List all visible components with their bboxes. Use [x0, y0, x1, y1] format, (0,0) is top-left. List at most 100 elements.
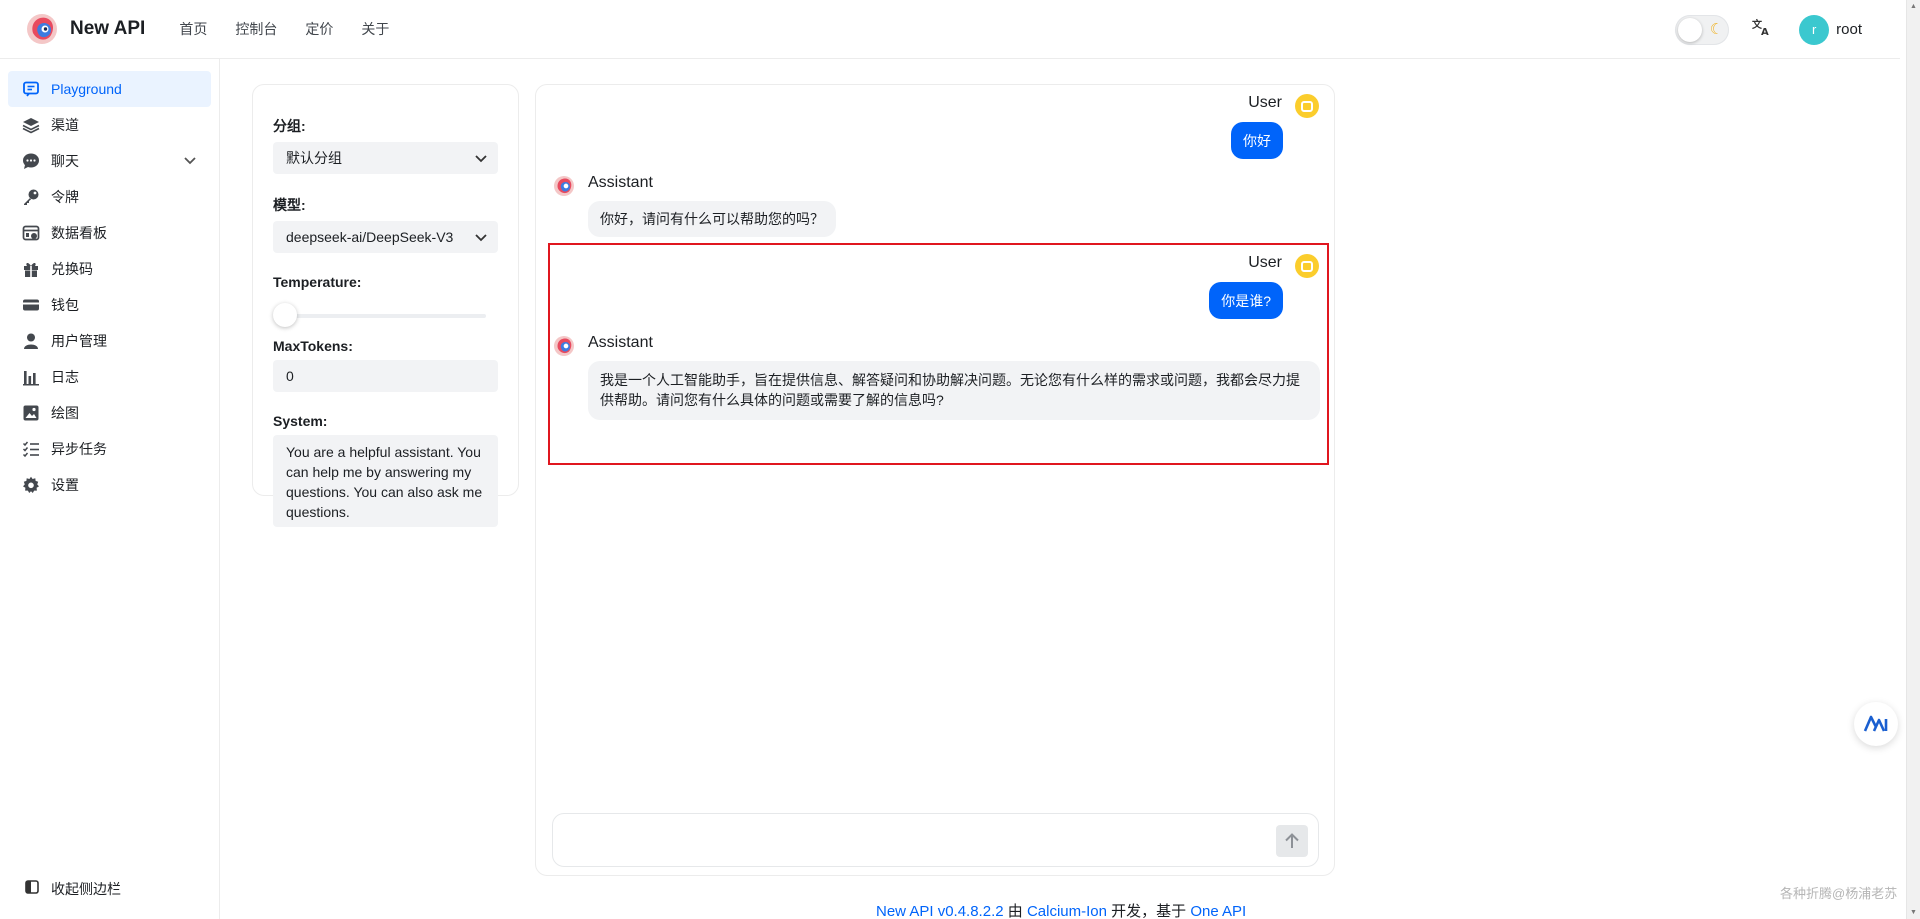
- watermark-text: 各种折腾@杨浦老苏: [1780, 886, 1898, 901]
- layers-icon: [21, 115, 41, 135]
- chevron-down-icon: [473, 229, 489, 248]
- ai-logo-icon: [1863, 715, 1888, 732]
- user-avatar-icon: [1295, 94, 1319, 118]
- user-message-bubble: 你是谁?: [1209, 282, 1283, 319]
- theme-toggle[interactable]: ☾: [1675, 14, 1730, 45]
- brand-name: New API: [70, 18, 146, 39]
- footer-dev-text: 开发，基于: [1111, 903, 1187, 919]
- svg-text:A: A: [1761, 27, 1769, 37]
- sidebar-item-drawing[interactable]: 绘图: [8, 395, 211, 431]
- sidebar-item-chat[interactable]: 聊天: [8, 143, 211, 179]
- collapse-sidebar-label: 收起侧边栏: [51, 881, 121, 897]
- sidebar-item-redeem[interactable]: 兑换码: [8, 251, 211, 287]
- comment-icon: [21, 151, 41, 171]
- sidebar-item-label: 异步任务: [51, 441, 107, 457]
- top-nav: 首页 控制台 定价 关于: [179, 19, 389, 39]
- sidebar-item-label: 兑换码: [51, 261, 93, 277]
- sidebar-item-label: Playground: [51, 81, 122, 97]
- sidebar-item-logs[interactable]: 日志: [8, 359, 211, 395]
- sidebar-item-dashboard[interactable]: 数据看板: [8, 215, 211, 251]
- message-role-assistant: Assistant: [588, 334, 653, 351]
- message-role-user: User: [1248, 254, 1282, 271]
- scroll-up-icon[interactable]: ▲: [1910, 3, 1917, 10]
- temperature-slider[interactable]: [273, 300, 498, 330]
- playground-settings-panel: 分组: 默认分组 模型: deepseek-ai/DeepSeek-V3 Tem…: [252, 84, 519, 527]
- user-menu[interactable]: r root: [1799, 14, 1862, 45]
- floating-assistant-button[interactable]: [1854, 702, 1898, 746]
- user-message-bubble: 你好: [1231, 122, 1283, 159]
- assistant-avatar-icon: [552, 334, 576, 358]
- send-button[interactable]: [1276, 825, 1308, 857]
- sidebar-item-label: 设置: [51, 477, 79, 493]
- nav-pricing[interactable]: 定价: [305, 19, 333, 39]
- message-input[interactable]: [552, 813, 1319, 867]
- sidebar-item-label: 钱包: [51, 297, 79, 313]
- image-icon: [21, 403, 41, 423]
- sidebar-collapse-icon: [25, 879, 39, 899]
- sidebar-item-label: 渠道: [51, 117, 79, 133]
- avatar: r: [1799, 14, 1830, 45]
- slider-thumb[interactable]: [273, 303, 297, 327]
- sidebar-item-label: 绘图: [51, 405, 79, 421]
- wallet-icon: [21, 295, 41, 315]
- group-select-value: 默认分组: [286, 150, 342, 166]
- system-prompt-textarea[interactable]: You are a helpful assistant. You can hel…: [273, 435, 498, 527]
- user-avatar-icon: [1295, 254, 1319, 278]
- version-link[interactable]: New API v0.4.8.2.2: [876, 903, 1004, 919]
- checklist-icon: [21, 439, 41, 459]
- message-role-user: User: [1248, 94, 1282, 111]
- nav-about[interactable]: 关于: [361, 19, 389, 39]
- sidebar-item-label: 令牌: [51, 189, 79, 205]
- sidebar-item-wallet[interactable]: 钱包: [8, 287, 211, 323]
- collapse-sidebar-button[interactable]: 收起侧边栏: [8, 873, 211, 905]
- nav-console[interactable]: 控制台: [235, 19, 277, 39]
- model-label: 模型:: [273, 197, 306, 213]
- sidebar-item-settings[interactable]: 设置: [8, 467, 211, 503]
- new-api-logo-icon: [24, 11, 60, 47]
- maxtokens-label: MaxTokens:: [273, 338, 353, 354]
- chevron-down-icon: [473, 150, 489, 169]
- brand[interactable]: New API: [24, 11, 145, 47]
- sidebar-item-label: 用户管理: [51, 333, 107, 349]
- system-label: System:: [273, 413, 328, 429]
- sidebar-item-label: 聊天: [51, 153, 79, 169]
- chevron-down-icon[interactable]: [182, 152, 198, 173]
- user-name: root: [1836, 21, 1862, 38]
- sidebar: Playground 渠道 聊天 令牌 数据看板 兑换码 钱包 用户管理 日志 …: [0, 59, 220, 919]
- one-api-link[interactable]: One API: [1190, 903, 1246, 919]
- temperature-label: Temperature:: [273, 274, 362, 290]
- nav-home[interactable]: 首页: [179, 19, 207, 39]
- assistant-message-bubble: 我是一个人工智能助手，旨在提供信息、解答疑问和协助解决问题。无论您有什么样的需求…: [588, 361, 1320, 420]
- sidebar-item-label: 数据看板: [51, 225, 107, 241]
- message-role-assistant: Assistant: [588, 174, 653, 191]
- page-scrollbar[interactable]: ▲ ▼: [1906, 0, 1920, 919]
- author-link[interactable]: Calcium-Ion: [1027, 903, 1107, 919]
- gift-icon: [21, 259, 41, 279]
- top-header: New API 首页 控制台 定价 关于 ☾ 文 A r root: [0, 0, 1900, 59]
- annotation-highlight-box: [548, 243, 1329, 465]
- footer-by-text: 由: [1007, 903, 1023, 919]
- assistant-message-bubble: 你好，请问有什么可以帮助您的吗？: [588, 201, 836, 237]
- arrow-up-icon: [1285, 833, 1299, 848]
- moon-icon: ☾: [1709, 20, 1724, 38]
- sidebar-item-tokens[interactable]: 令牌: [8, 179, 211, 215]
- key-icon: [21, 187, 41, 207]
- model-select-value: deepseek-ai/DeepSeek-V3: [286, 229, 454, 245]
- assistant-avatar-icon: [552, 174, 576, 198]
- sidebar-item-channels[interactable]: 渠道: [8, 107, 211, 143]
- group-select[interactable]: 默认分组: [273, 142, 498, 174]
- sidebar-item-users[interactable]: 用户管理: [8, 323, 211, 359]
- group-label: 分组:: [273, 118, 306, 134]
- maxtokens-input[interactable]: 0: [273, 360, 498, 392]
- scroll-down-icon[interactable]: ▼: [1910, 909, 1917, 916]
- sidebar-item-playground[interactable]: Playground: [8, 71, 211, 107]
- sidebar-item-async-tasks[interactable]: 异步任务: [8, 431, 211, 467]
- toggle-knob: [1678, 17, 1703, 42]
- user-icon: [21, 331, 41, 351]
- chat-bubble-icon: [21, 79, 41, 99]
- dashboard-icon: [21, 223, 41, 243]
- gear-icon: [21, 475, 41, 495]
- sidebar-item-label: 日志: [51, 369, 79, 385]
- translate-icon[interactable]: 文 A: [1751, 17, 1771, 42]
- model-select[interactable]: deepseek-ai/DeepSeek-V3: [273, 221, 498, 253]
